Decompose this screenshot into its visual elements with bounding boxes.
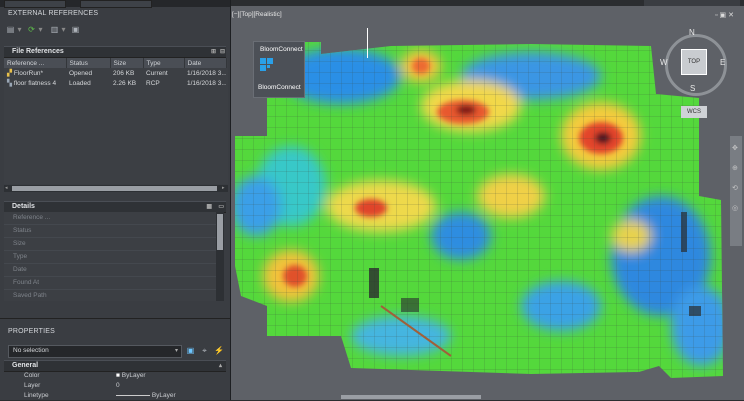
bloomconnect-button[interactable]: BloomConnect [258,84,301,91]
file-references-list[interactable]: Reference ... Status Size Type Date ▞ Fl… [4,58,228,184]
property-value-text: ByLayer [151,392,176,399]
scrollbar-thumb[interactable] [12,186,217,191]
selection-value: No selection [13,347,49,354]
property-label: Color [24,372,40,379]
reference-size: 2.26 KB [113,79,137,87]
zoom-icon[interactable]: ⊕ [732,164,738,172]
table-row[interactable]: ▞ FloorRun* Opened 206 KB Current 1/16/2… [4,68,226,78]
scroll-right-icon[interactable]: ▸ [222,186,227,191]
reference-date: 1/16/2018 3... [187,69,226,77]
general-group-title: General [12,362,39,369]
column-header-status[interactable]: Status [66,58,111,68]
table-header-row: Reference ... Status Size Type Date [4,58,227,68]
steering-wheel-icon[interactable]: ◎ [732,204,738,212]
linetype-sample [116,394,150,396]
reference-name: FloorRun* [13,70,44,77]
viewport-window-controls: ▫ ▣ ✕ [715,11,734,19]
column-header-reference[interactable]: Reference ... [4,58,67,68]
help-icon[interactable]: ▣ [71,26,80,34]
bloomconnect-title: BloomConnect [260,46,303,53]
maximize-icon[interactable]: ▣ [720,12,727,19]
vertical-scrollbar[interactable] [216,212,224,301]
refresh-icon[interactable]: ⟳ [27,26,36,34]
change-path-icon[interactable]: ▥ [50,26,59,34]
scroll-left-icon[interactable]: ◂ [5,186,10,191]
details-title: Details [12,203,35,210]
dropdown-arrow-icon[interactable]: ▾ [36,26,45,34]
compass-south-label[interactable]: S [690,84,695,93]
tab-strip-b[interactable] [80,0,152,8]
reference-date: 1/16/2018 3... [187,79,226,87]
viewcube[interactable]: N W E S TOP WCS [659,28,729,138]
properties-title: PROPERTIES [8,328,55,335]
details-panel: Reference ... Status Size Type Date Foun… [4,212,216,301]
file-references-table: Reference ... Status Size Type Date ▞ Fl… [4,58,227,88]
toggle-pickadd-icon[interactable]: ▣ [186,347,195,355]
bloomconnect-panel[interactable]: BloomConnect BloomConnect [253,41,305,98]
navigation-bar[interactable]: ✥ ⊕ ⟲ ◎ [730,136,742,246]
reference-size: 206 KB [113,69,135,77]
quick-select-icon[interactable]: ⚡ [214,347,224,355]
orbit-icon[interactable]: ⟲ [732,184,738,192]
reference-type: Current [146,69,168,77]
column-header-size[interactable]: Size [110,58,144,68]
viewcube-top-face[interactable]: TOP [681,49,707,75]
scrollbar-thumb[interactable] [217,214,223,250]
column-header-type[interactable]: Type [143,58,185,68]
dropdown-arrow-icon[interactable]: ▾ [59,26,68,34]
point-cloud-icon: ▚ [7,80,12,87]
reference-status: Opened [69,69,93,77]
detail-field: Type [4,251,216,264]
compass-north-label[interactable]: N [689,28,695,37]
detail-field: Found At [4,277,216,290]
color-swatch-icon: ■ [116,372,120,379]
attach-icon[interactable]: ▤ [6,26,15,34]
detail-field: Reference ... [4,212,216,225]
selection-dropdown[interactable]: No selection ▾ [8,345,182,358]
property-value[interactable]: 0 [116,381,120,391]
column-header-date[interactable]: Date [184,58,227,68]
detail-field: Date [4,264,216,277]
list-view-icon[interactable]: ⊞ [211,47,216,57]
detail-field: Size [4,238,216,251]
dropdown-arrow-icon[interactable]: ▾ [15,26,24,34]
viewport-horizontal-scrollbar[interactable] [341,395,481,399]
property-value[interactable]: ■ ByLayer [116,371,146,381]
divider [0,318,230,319]
horizontal-scrollbar[interactable]: ◂ ▸ [4,185,228,192]
left-palette: EXTERNAL REFERENCES ▤ ▾ ⟳ ▾ ▥ ▾ ▣ File R… [0,0,231,400]
top-strip [0,0,230,8]
chevron-down-icon: ▾ [174,348,178,354]
property-label: Layer [24,382,41,389]
drawing-viewport[interactable]: [−][Top][Realistic] ▫ ▣ ✕ BloomConnect B… [231,6,744,400]
reference-status: Loaded [69,79,91,87]
reference-type: RCP [146,79,160,87]
preview-icon[interactable]: ▭ [218,202,224,212]
cursor-crosshair [367,28,368,58]
pan-icon[interactable]: ✥ [732,144,738,152]
general-properties: Color ■ ByLayer Layer 0 Linetype ByLayer [4,371,218,400]
wcs-menu[interactable]: WCS [681,106,707,118]
select-objects-icon[interactable]: ⌖ [200,347,209,355]
detail-field: Status [4,225,216,238]
file-references-header: File References ⊞ ⊟ [4,46,226,58]
table-row[interactable]: ▚ floor flatness 4 Loaded 2.26 KB RCP 1/… [4,78,226,88]
collapse-icon[interactable]: ▴ [219,361,222,371]
dwg-file-icon: ▞ [7,70,12,77]
bloomconnect-logo-icon [260,58,276,74]
reference-name: floor flatness 4 [13,80,57,87]
detail-field: Saved Path [4,290,216,301]
viewport-controls-label[interactable]: [−][Top][Realistic] [232,11,282,18]
close-icon[interactable]: ✕ [728,12,734,19]
details-view-icon[interactable]: ▦ [206,202,212,212]
property-value-text: ByLayer [121,372,146,379]
compass-west-label[interactable]: W [660,58,668,67]
file-references-title: File References [12,48,64,55]
compass-east-label[interactable]: E [720,58,725,67]
xref-toolbar: ▤ ▾ ⟳ ▾ ▥ ▾ ▣ [0,22,222,38]
minimize-icon[interactable]: ▫ [715,12,717,19]
tree-view-icon[interactable]: ⊟ [220,47,225,57]
tab-strip-a[interactable] [4,0,66,8]
external-references-title: EXTERNAL REFERENCES [8,10,99,17]
